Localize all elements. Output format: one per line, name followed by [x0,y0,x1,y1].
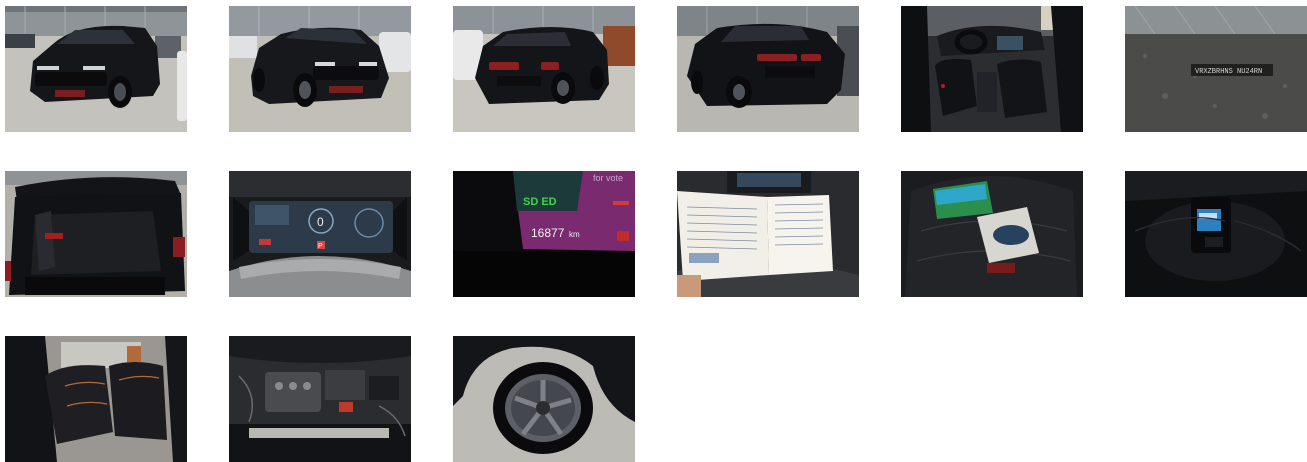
photo-gallery-page: VRXZBRHNS NU24RN 0 P SD ED for vote 1687… [0,0,1307,462]
odometer-unit-text: km [569,230,580,239]
spare-wheel-well-photo [1125,171,1307,297]
photo-thumbnail-interior-front[interactable] [901,6,1083,132]
photo-thumbnail-front[interactable] [229,6,411,132]
photo-thumbnail-front-three-quarter[interactable] [5,6,187,132]
wheel-photo [453,336,635,462]
photo-thumbnail-rear-left[interactable] [677,6,859,132]
service-booklet-photo [677,171,859,297]
photo-gallery-grid: VRXZBRHNS NU24RN 0 P SD ED for vote 1687… [5,6,1307,462]
vin-plate-text: VRXZBRHNS NU24RN [1195,68,1262,76]
photo-thumbnail-engine-bay[interactable] [229,336,411,462]
car-rear-left-photo [677,6,859,132]
photo-thumbnail-rear-seats[interactable] [5,336,187,462]
photo-thumbnail-open-trunk[interactable] [5,171,187,297]
screen-text: for vote [593,173,623,183]
photo-thumbnail-vin-plate[interactable]: VRXZBRHNS NU24RN [1125,6,1307,132]
photo-thumbnail-wheel[interactable] [453,336,635,462]
instrument-cluster-photo: 0 P [229,171,411,297]
cluster-speed-text: 0 [317,215,324,229]
photo-thumbnail-instrument-cluster[interactable]: 0 P [229,171,411,297]
car-front-photo [5,6,187,132]
interior-front-photo [901,6,1083,132]
photo-thumbnail-spare-wheel-well[interactable] [1125,171,1307,297]
odometer-photo: SD ED for vote 16877 km [453,171,635,297]
car-front-view-photo [229,6,411,132]
photo-thumbnail-service-booklet[interactable] [677,171,859,297]
odometer-reading-text: 16877 [531,226,565,240]
car-rear-photo [453,6,635,132]
odometer-mode-text: SD ED [523,196,557,208]
owner-manuals-photo [901,171,1083,297]
photo-thumbnail-odometer[interactable]: SD ED for vote 16877 km [453,171,635,297]
cluster-gear-text: P [318,243,323,250]
engine-bay-photo [229,336,411,462]
open-trunk-photo [5,171,187,297]
photo-thumbnail-owner-manuals[interactable] [901,171,1083,297]
rear-seats-photo [5,336,187,462]
vin-plate-photo: VRXZBRHNS NU24RN [1125,6,1307,132]
photo-thumbnail-rear-three-quarter[interactable] [453,6,635,132]
